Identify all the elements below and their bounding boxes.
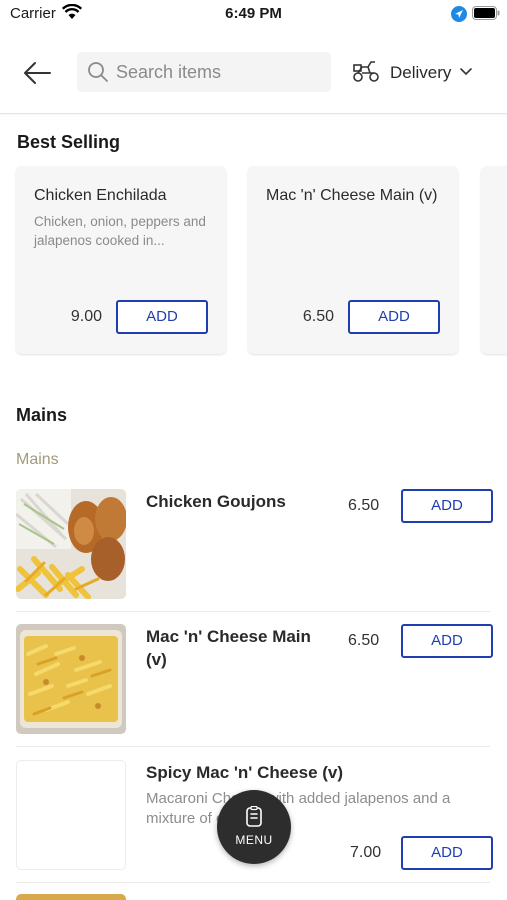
back-arrow-icon[interactable] xyxy=(22,60,52,86)
delivery-label: Delivery xyxy=(390,63,452,82)
food-image xyxy=(16,624,126,734)
delivery-selector[interactable]: Delivery xyxy=(352,60,473,86)
card-price: 9.00 xyxy=(70,308,102,325)
item-name: Mac 'n' Cheese Main (v) xyxy=(146,627,311,669)
battery-icon xyxy=(472,6,500,25)
item-name: Spicy Mac 'n' Cheese (v) xyxy=(146,763,344,782)
add-button[interactable]: ADD xyxy=(401,836,493,870)
status-time: 6:49 PM xyxy=(225,5,282,22)
menu-item[interactable]: Chicken Goujons 6.50 ADD xyxy=(16,489,493,599)
search-input[interactable]: Search items xyxy=(77,52,331,92)
best-selling-card-peek[interactable] xyxy=(481,166,507,354)
chevron-down-icon xyxy=(459,64,473,82)
add-button[interactable]: ADD xyxy=(401,489,493,523)
item-name: Chicken Goujons xyxy=(146,492,286,511)
scooter-icon xyxy=(352,59,380,88)
card-price: 6.50 xyxy=(302,308,334,325)
best-selling-card[interactable]: Chicken Enchilada Chicken, onion, pepper… xyxy=(16,166,226,354)
item-description: Macaroni Cheese with added jalapenos and… xyxy=(146,790,451,827)
search-icon xyxy=(87,61,109,88)
item-price: 6.50 xyxy=(348,632,380,649)
food-image xyxy=(16,894,126,900)
add-button[interactable]: ADD xyxy=(116,300,208,334)
best-selling-title: Best Selling xyxy=(17,132,121,152)
divider xyxy=(16,611,490,612)
menu-button-label: MENU xyxy=(235,833,273,847)
add-button[interactable]: ADD xyxy=(401,624,493,658)
menu-button[interactable]: MENU xyxy=(217,790,291,864)
divider xyxy=(16,746,490,747)
food-image xyxy=(16,489,126,599)
food-image-placeholder xyxy=(16,760,126,870)
search-placeholder: Search items xyxy=(116,62,222,82)
divider xyxy=(16,882,490,883)
best-selling-card[interactable]: Mac 'n' Cheese Main (v) 6.50 ADD xyxy=(248,166,458,354)
menu-list-icon xyxy=(245,805,263,833)
menu-item[interactable]: Mac 'n' Cheese Main (v) 6.50 ADD xyxy=(16,624,493,734)
item-price: 6.50 xyxy=(348,497,380,514)
top-bar: Search items Delivery xyxy=(0,44,507,114)
card-name: Mac 'n' Cheese Main (v) xyxy=(266,187,438,204)
mains-subtitle: Mains xyxy=(16,451,59,468)
add-button[interactable]: ADD xyxy=(348,300,440,334)
status-bar: Carrier 6:49 PM xyxy=(0,0,507,30)
location-arrow-icon xyxy=(451,6,467,27)
mains-title: Mains xyxy=(16,405,68,425)
card-name: Chicken Enchilada xyxy=(34,187,167,204)
item-price: 7.00 xyxy=(350,844,382,861)
card-description: Chicken, onion, peppers and jalapenos co… xyxy=(34,214,206,248)
